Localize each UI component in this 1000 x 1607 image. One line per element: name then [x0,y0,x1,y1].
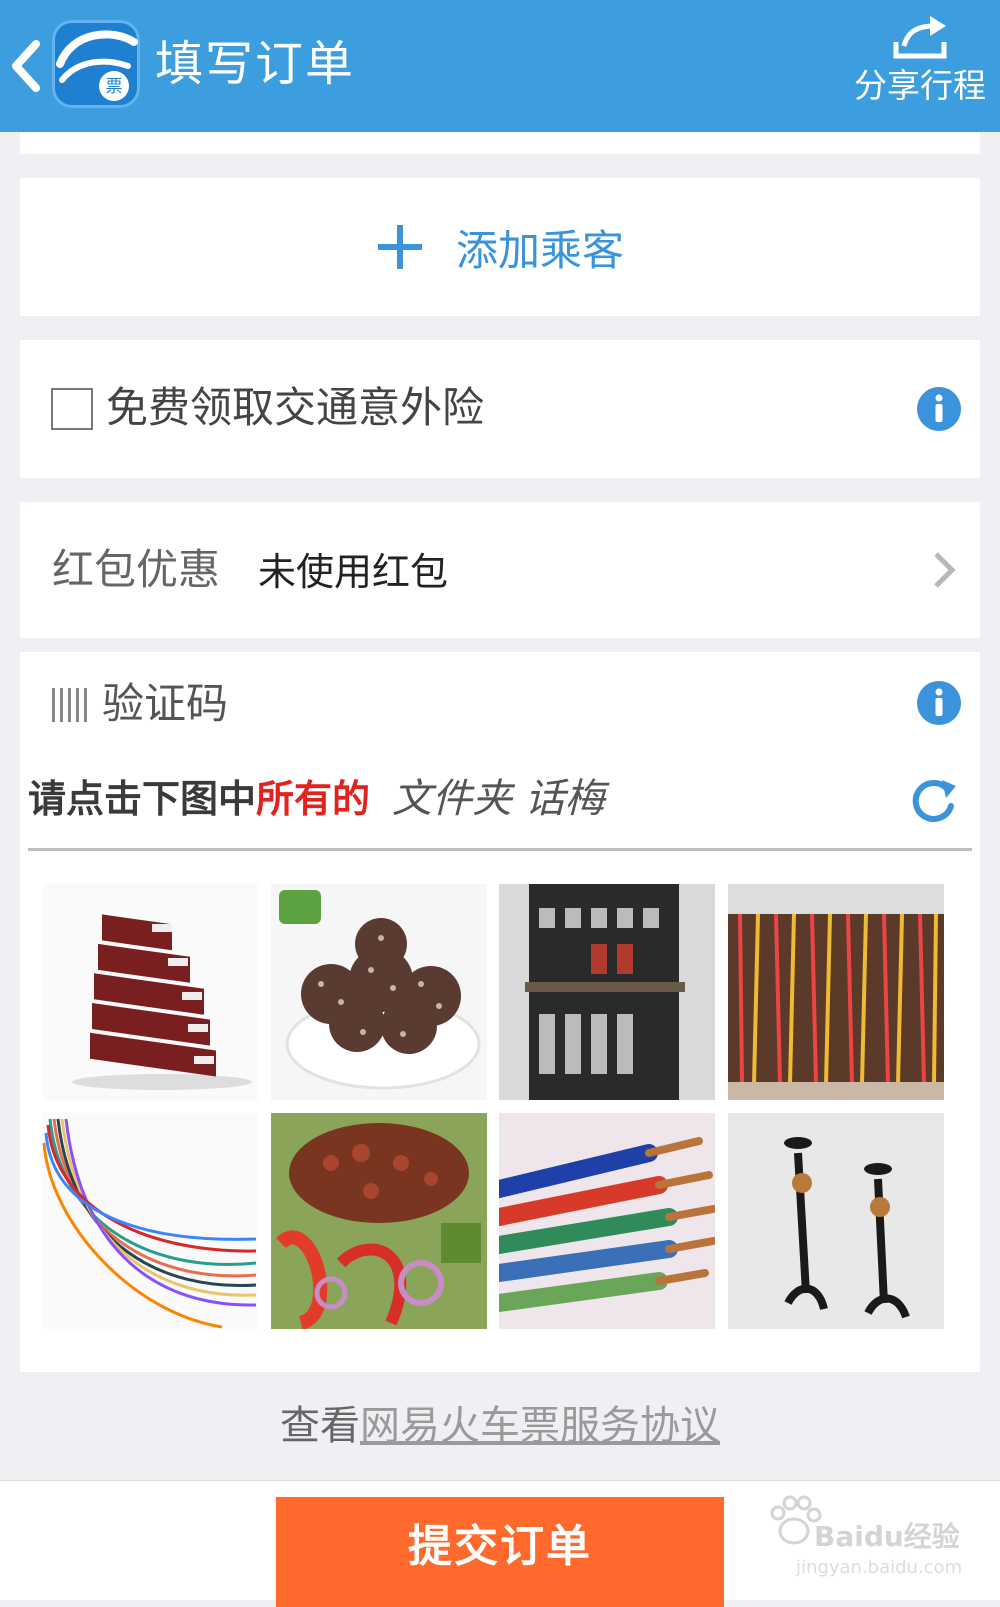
red-packet-value: 未使用红包 [258,550,449,594]
insurance-card: 免费领取交通意外险 [20,340,980,478]
watermark-url: jingyan.baidu.com [796,1557,963,1578]
captcha-image-folders-shelf[interactable] [499,884,715,1100]
plus-icon [377,225,422,269]
add-passenger-button[interactable]: 添加乘客 [20,178,980,316]
add-passenger-card: 添加乘客 [20,178,980,316]
captcha-info-icon[interactable] [916,680,962,726]
captcha-prompt-highlight: 所有的 [256,777,371,821]
passenger-card-edge [20,132,980,154]
captcha-prompt-text: 请点击下图中 [28,777,257,821]
insurance-info-icon[interactable] [916,386,962,432]
captcha-prompt: 请点击下图中所有的 文件夹 话梅 [28,764,718,834]
captcha-image-colored-wires[interactable] [42,1113,258,1329]
captcha-image-cables[interactable] [499,1113,715,1329]
captcha-image-dried-plum-snack[interactable] [271,884,487,1100]
captcha-image-candle-holders[interactable] [728,1113,944,1329]
insurance-label: 免费领取交通意外险 [106,383,485,432]
captcha-image-folders-stack[interactable] [42,884,258,1100]
add-passenger-label: 添加乘客 [455,225,624,275]
captcha-card: 验证码 请点击下图中所有的 文件夹 话梅 [20,652,980,1372]
captcha-image-wire-bundle[interactable] [728,884,944,1100]
share-label: 分享行程 [854,66,986,105]
back-arrow-icon[interactable] [6,38,46,94]
logo-text: 票 [106,77,123,97]
red-packet-label: 红包优惠 [52,545,221,594]
app-header: 票 填写订单 分享行程 [0,0,1000,132]
captcha-image-meat-salad[interactable] [271,1113,487,1329]
red-packet-row[interactable]: 红包优惠 未使用红包 [20,502,980,638]
captcha-bars-icon [52,688,87,722]
agreement-text: 查看网易火车票服务协议 [0,1398,1000,1454]
submit-order-button[interactable]: 提交订单 [276,1497,724,1607]
page-title: 填写订单 [155,36,356,92]
share-icon [893,16,947,59]
agreement-link[interactable]: 网易火车票服务协议 [360,1403,720,1449]
app-logo: 票 [52,20,140,108]
captcha-title: 验证码 [102,679,229,728]
chevron-right-icon [934,552,956,588]
captcha-prompt-targets: 文件夹 话梅 [392,776,605,822]
footer-bar: 提交订单 Baidu经验 jingyan.baidu.com [0,1480,1000,1607]
captcha-divider [28,848,972,851]
share-button[interactable]: 分享行程 [850,12,990,122]
refresh-icon[interactable] [908,776,958,826]
watermark-text: Baidu经验 [814,1520,960,1553]
insurance-checkbox[interactable] [51,388,93,430]
baidu-watermark: Baidu经验 jingyan.baidu.com [764,1491,964,1591]
agreement-prefix: 查看 [280,1403,360,1449]
